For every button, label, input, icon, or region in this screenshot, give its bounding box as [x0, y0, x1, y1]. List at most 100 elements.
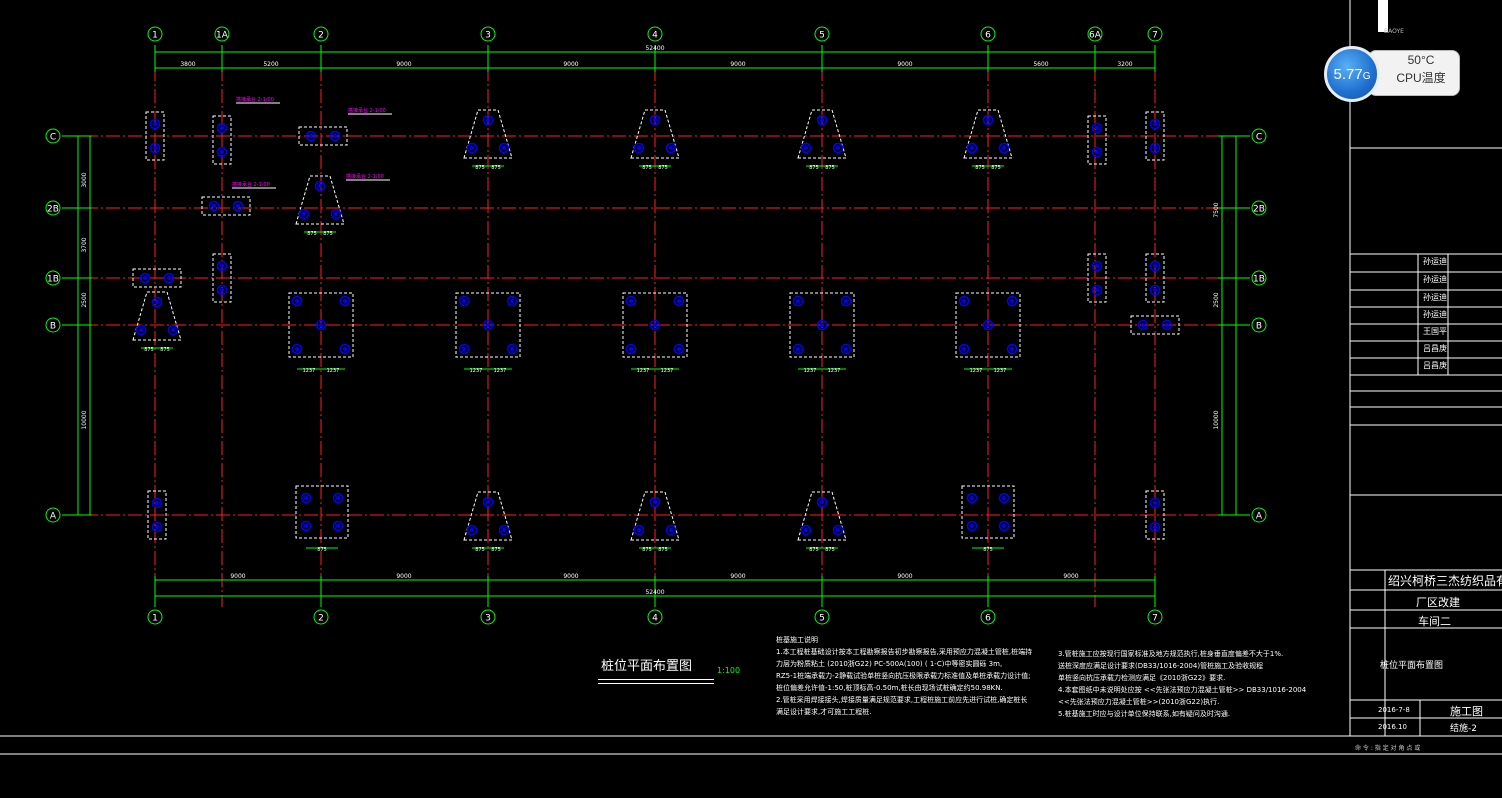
pile-center — [820, 118, 824, 122]
dimension-text: 875 — [144, 347, 154, 353]
axis-label: A — [1256, 512, 1263, 522]
notes-left-line: 满足设计要求,才可施工工程桩. — [776, 708, 872, 716]
pile-center — [970, 496, 974, 500]
memory-usage-circle[interactable]: 5.77 G — [1324, 46, 1380, 102]
pile-center — [1095, 126, 1099, 130]
tb-building: 车间二 — [1418, 615, 1451, 628]
pile-center — [1010, 299, 1014, 303]
command-line[interactable]: 命 令 : 指 定 对 角 点 或 — [1355, 743, 1420, 752]
notes-left-line: 1.本工程桩基础设计按本工程勘察报告初步勘察报告,采用预应力混凝土管桩,桩端持 — [776, 648, 1033, 656]
pile-center — [336, 496, 340, 500]
notes-left-line: RZ5-1桩端承载力-2静载试验单桩竖向抗压极限承载力标准值及单桩承载力设计值; — [776, 672, 1031, 680]
pile-center — [1153, 525, 1157, 529]
axis-label: 3 — [485, 31, 491, 41]
dimension-text: 1237 — [494, 368, 507, 374]
dimension-text: 5600 — [1033, 61, 1048, 68]
title-block-lines — [0, 0, 1502, 755]
dimension-text: 1237 — [661, 368, 674, 374]
axis-label: 4 — [652, 31, 658, 41]
pile-center — [502, 146, 506, 150]
dimension-text: 875 — [658, 165, 668, 171]
dimension-text: 1237 — [804, 368, 817, 374]
pile-center — [962, 347, 966, 351]
tb-stage: 施工图 — [1450, 705, 1483, 718]
dimension-text: 2500 — [1213, 292, 1220, 307]
notes-left: 桩基施工说明 1.本工程桩基础设计按本工程勘察报告初步勘察报告,采用预应力混凝土… — [776, 634, 1032, 718]
pile-center — [462, 299, 466, 303]
pile-center — [486, 118, 490, 122]
dimension-text: 9000 — [897, 61, 912, 68]
dimension-text: 875 — [160, 347, 170, 353]
cpu-monitor-widget[interactable]: 50°C CPU温度 5.77 G — [1324, 46, 1464, 102]
pile-center — [677, 299, 681, 303]
pile-center — [470, 528, 474, 532]
axis-label: 1B — [1253, 275, 1265, 285]
dimension-text: 9000 — [563, 573, 578, 580]
pile-center — [486, 323, 490, 327]
notes-right-line: 3.管桩施工应按现行国家标准及地方规范执行,桩身垂直度偏差不大于1%. — [1058, 650, 1284, 658]
dimension-text: 9000 — [396, 61, 411, 68]
pile-center — [1153, 146, 1157, 150]
title-underline-2 — [598, 683, 714, 684]
tb-name: 孙运迪 — [1423, 293, 1447, 302]
pile-annotation: 搭接承台 2-1/00 — [236, 96, 274, 103]
pile-center — [220, 126, 224, 130]
pile-center — [167, 276, 171, 280]
dimension-text: 5200 — [263, 61, 278, 68]
dimension-text: 3700 — [81, 237, 88, 252]
notes-right-line: 4.本套图纸中未说明处应按 <<先张法预应力混凝土管桩>> DB33/1016-… — [1058, 686, 1307, 694]
pile-center — [155, 501, 159, 505]
dimension-text: 1237 — [327, 368, 340, 374]
pile-center — [1095, 264, 1099, 268]
tb-date2: 2016.10 — [1378, 723, 1407, 731]
pile-center — [1002, 524, 1006, 528]
dimension-text: 52400 — [645, 45, 664, 52]
pile-center — [236, 204, 240, 208]
axis-label: 5 — [819, 31, 825, 41]
axis-label: B — [1256, 322, 1262, 332]
dimension-text: 9000 — [730, 61, 745, 68]
memory-value: 5.77 — [1333, 65, 1363, 83]
pile-center — [1153, 122, 1157, 126]
tb-name: 吕昌庚 — [1423, 344, 1447, 353]
tb-name: 吕昌庚 — [1423, 361, 1447, 370]
pile-center — [304, 524, 308, 528]
axis-label: 6 — [985, 614, 991, 624]
pile-center — [653, 323, 657, 327]
dimension-text: 9000 — [563, 61, 578, 68]
dimension-text: 875 — [323, 231, 333, 237]
pile-center — [343, 347, 347, 351]
pile-center — [304, 496, 308, 500]
notes-right-line: 单桩竖向抗压承载力检测应满足《2010浙G22》要求. — [1058, 674, 1226, 682]
drawing-scale: 1:100 — [717, 666, 741, 675]
pile-center — [220, 288, 224, 292]
cpu-temp-label: CPU温度 — [1396, 71, 1446, 85]
pile-center — [637, 528, 641, 532]
dimension-text: 875 — [825, 165, 835, 171]
axis-label: 4 — [652, 614, 658, 624]
pile-center — [844, 347, 848, 351]
dimension-text: 875 — [991, 165, 1001, 171]
title-underline — [598, 679, 714, 680]
pile-center — [986, 323, 990, 327]
axis-label: 3 — [485, 614, 491, 624]
tb-name: 孙运迪 — [1423, 275, 1447, 284]
dimension-text: 875 — [983, 547, 993, 553]
pile-center — [309, 134, 313, 138]
pile-center — [1095, 288, 1099, 292]
dimension-text: 875 — [491, 547, 501, 553]
tb-name: 孙运迪 — [1423, 257, 1447, 266]
dimension-text: 875 — [642, 165, 652, 171]
pile-center — [139, 328, 143, 332]
pile-center — [1141, 323, 1145, 327]
memory-unit: G — [1362, 70, 1371, 82]
dimension-text: 10000 — [1213, 410, 1220, 429]
pile-center — [319, 323, 323, 327]
axis-label: 6A — [1089, 31, 1102, 41]
pile-center — [629, 347, 633, 351]
axis-label: 1 — [152, 614, 158, 624]
axis-label: 2 — [318, 614, 324, 624]
pile-center — [1153, 288, 1157, 292]
dimension-text: 1237 — [828, 368, 841, 374]
tb-sheet: 结施-2 — [1450, 724, 1477, 734]
